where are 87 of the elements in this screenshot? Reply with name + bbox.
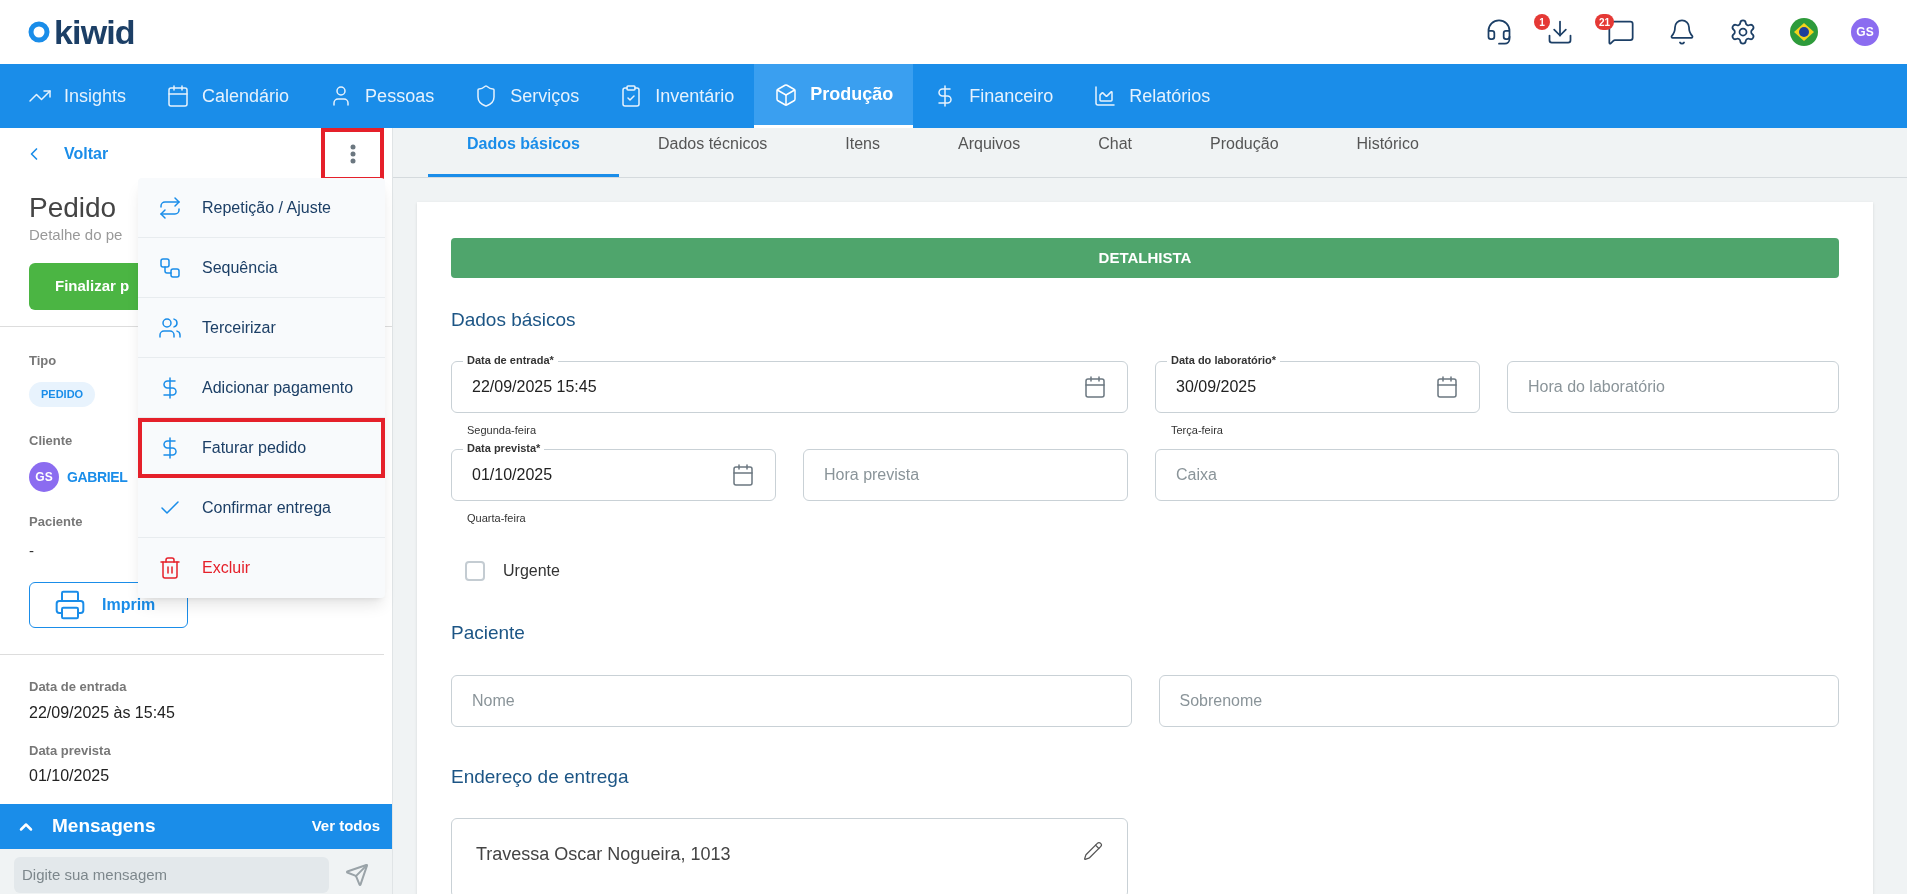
type-badge: PEDIDO [29, 382, 96, 407]
flag-icon[interactable] [1790, 18, 1818, 46]
edit-icon[interactable] [1083, 840, 1103, 861]
finish-button[interactable]: Finalizar p [55, 274, 130, 298]
field-label: Paciente [29, 513, 83, 531]
tab[interactable]: Dados básicos [428, 128, 619, 177]
section-heading: Dados básicos [451, 308, 577, 332]
menu-item[interactable]: Sequência [138, 238, 385, 298]
field-label: Data de entrada [29, 678, 127, 696]
download-icon[interactable] [1546, 18, 1574, 46]
tab[interactable]: Dados técnicos [618, 128, 807, 177]
field-placeholder: Caixa [1176, 464, 1218, 485]
headset-icon[interactable] [1485, 18, 1513, 46]
settings-icon[interactable] [1729, 18, 1757, 46]
input-field[interactable]: Hora do laboratório [1507, 360, 1839, 413]
tab[interactable]: Itens [806, 128, 919, 177]
nav-tab[interactable]: Pessoas [309, 64, 455, 128]
logo-text: kiwid [54, 15, 135, 49]
messages-title: Mensagens [52, 814, 156, 839]
notification-badge: 21 [1595, 14, 1615, 30]
nav-tab[interactable]: Calendário [146, 64, 310, 128]
logo[interactable]: kiwid [28, 15, 135, 49]
checkbox-label: Urgente [503, 560, 560, 581]
calendar-icon[interactable] [731, 462, 755, 487]
helper-text: Quarta-feira [467, 511, 526, 524]
input-field[interactable]: Nome [451, 675, 1132, 727]
address-text: Travessa Oscar Nogueira, 1013 [476, 842, 731, 866]
sequence-icon [158, 255, 182, 280]
field-label: Tipo [29, 351, 57, 370]
field-placeholder: Sobrenome [1179, 691, 1264, 711]
logo-mark-icon [28, 21, 50, 43]
nav-tab[interactable]: Serviços [454, 64, 600, 128]
notification-badge: 1 [1534, 14, 1550, 30]
client-avatar: GS [29, 462, 59, 492]
input-field[interactable]: Caixa [1155, 448, 1839, 501]
client-name[interactable]: GABRIEL [67, 466, 128, 488]
repeat-icon [158, 195, 182, 220]
field-value: 01/10/2025 [29, 766, 110, 786]
helper-text: Segunda-feira [467, 423, 537, 436]
nav-tab[interactable]: Produção [754, 64, 914, 128]
calendar-icon[interactable] [1083, 374, 1107, 399]
calendar-icon [166, 84, 191, 108]
field-value: 22/09/2025 às 15:45 [29, 702, 175, 723]
people-icon [158, 315, 182, 340]
tab[interactable]: Arquivos [919, 128, 1060, 177]
field-label: Data prevista [29, 741, 111, 760]
tab[interactable]: Histórico [1317, 128, 1458, 177]
menu-item[interactable]: Faturar pedido [138, 418, 385, 478]
field-placeholder: Hora do laboratório [1528, 376, 1666, 397]
nav-tab[interactable]: Financeiro [913, 64, 1074, 128]
menu-item[interactable]: Adicionar pagamento [138, 358, 385, 418]
field-label: Cliente [29, 431, 73, 450]
bell-icon[interactable] [1668, 18, 1696, 46]
field-value: - [29, 540, 34, 561]
field-value: 01/10/2025 [472, 464, 554, 485]
chart-icon [1093, 84, 1118, 108]
calendar-icon[interactable] [1435, 374, 1459, 399]
field-value: 22/09/2025 15:45 [472, 376, 598, 397]
order-subtitle: Detalhe do pe [29, 225, 123, 245]
tab[interactable]: Produção [1171, 128, 1318, 177]
see-all-link[interactable]: Ver todos [311, 815, 380, 838]
detalhista-banner: DETALHISTA [451, 238, 1839, 278]
section-heading: Endereço de entrega [451, 765, 630, 789]
user-avatar[interactable]: GS [1851, 18, 1879, 46]
field-placeholder: Nome [472, 691, 516, 711]
box-icon [774, 82, 799, 107]
menu-item[interactable]: Repetição / Ajuste [138, 178, 385, 238]
message-field[interactable]: Digite sua mensagem [14, 856, 329, 893]
helper-text: Terça-feira [1171, 423, 1223, 436]
printer-icon [54, 589, 86, 621]
tab[interactable]: Chat [1059, 128, 1172, 177]
input-field[interactable]: Sobrenome [1158, 675, 1839, 727]
back-link[interactable]: Voltar [24, 142, 109, 166]
menu-item[interactable]: Confirmar entrega [138, 478, 385, 538]
field-value: 30/09/2025 [1176, 376, 1258, 397]
menu-item[interactable]: Terceirizar [138, 298, 385, 358]
more-icon [349, 144, 356, 164]
nav-tab[interactable]: Inventário [599, 64, 755, 128]
urgent-checkbox[interactable] [465, 560, 485, 581]
trash-icon [158, 556, 182, 580]
messages-bar[interactable]: Mensagens Ver todos [0, 804, 392, 849]
field-placeholder: Hora prevista [824, 464, 921, 485]
nav-tab[interactable]: Insights [8, 64, 147, 128]
order-title: Pedido [29, 192, 117, 224]
section-heading: Paciente [451, 620, 526, 645]
input-field[interactable]: Hora prevista [803, 448, 1128, 501]
nav-tab[interactable]: Relatórios [1073, 64, 1231, 128]
